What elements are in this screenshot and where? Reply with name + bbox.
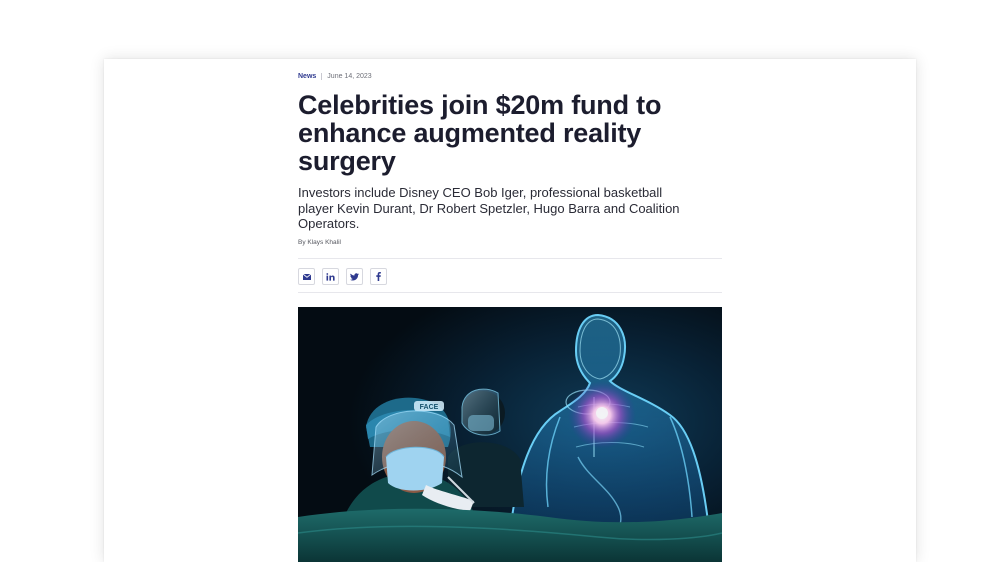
facebook-icon [376, 272, 381, 281]
mail-icon [302, 273, 311, 280]
article-subheadline: Investors include Disney CEO Bob Iger, p… [298, 185, 680, 231]
share-twitter-button[interactable] [346, 268, 363, 285]
article-headline: Celebrities join $20m fund to enhance au… [298, 90, 662, 176]
page-card: News June 14, 2023 Celebrities join $20m… [104, 59, 916, 562]
category-link[interactable]: News [298, 73, 316, 80]
article-byline[interactable]: By Klays Khalil [298, 239, 341, 246]
linkedin-icon [326, 272, 335, 281]
share-linkedin-button[interactable] [322, 268, 339, 285]
cap-label: FACE [420, 404, 439, 411]
share-bar [298, 258, 722, 293]
twitter-icon [350, 272, 359, 281]
share-email-button[interactable] [298, 268, 315, 285]
meta-divider [321, 73, 323, 80]
hero-image: FACE [298, 307, 722, 562]
publish-date: June 14, 2023 [327, 73, 372, 80]
share-facebook-button[interactable] [370, 268, 387, 285]
article-meta: News June 14, 2023 [298, 73, 372, 80]
